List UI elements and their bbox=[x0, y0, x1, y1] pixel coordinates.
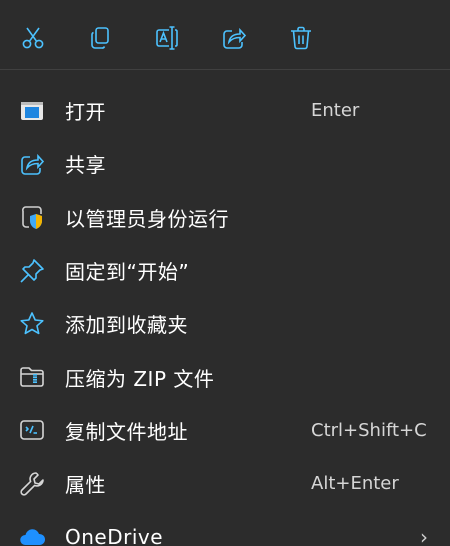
shield-admin-icon bbox=[18, 203, 46, 231]
menu-item-open[interactable]: 打开 Enter bbox=[0, 84, 450, 137]
menu-items: 打开 Enter 共享 以管理员身份运行 固定到“开始” 添加到收藏夹 压缩为 … bbox=[0, 84, 450, 546]
pin-icon bbox=[18, 257, 46, 285]
menu-item-label: 固定到“开始” bbox=[65, 260, 190, 285]
menu-item-label: 共享 bbox=[65, 153, 106, 178]
menu-item-shortcut: Ctrl+Shift+C bbox=[311, 419, 427, 441]
quick-action-bar bbox=[16, 18, 351, 58]
menu-item-onedrive[interactable]: OneDrive › bbox=[0, 510, 450, 546]
rename-icon bbox=[156, 26, 178, 50]
context-menu: 打开 Enter 共享 以管理员身份运行 固定到“开始” 添加到收藏夹 压缩为 … bbox=[0, 0, 450, 546]
menu-item-pin-to-start[interactable]: 固定到“开始” bbox=[0, 244, 450, 297]
cut-button[interactable] bbox=[16, 21, 50, 55]
menu-item-compress-zip[interactable]: 压缩为 ZIP 文件 bbox=[0, 350, 450, 403]
zip-folder-icon bbox=[18, 363, 46, 391]
share-icon bbox=[223, 27, 247, 49]
trash-icon bbox=[291, 26, 311, 50]
menu-item-label: OneDrive bbox=[65, 525, 164, 546]
menu-item-label: 属性 bbox=[65, 473, 106, 498]
menu-item-add-to-favorites[interactable]: 添加到收藏夹 bbox=[0, 297, 450, 350]
copy-icon bbox=[91, 27, 109, 49]
copy-button[interactable] bbox=[83, 21, 117, 55]
menu-item-run-as-admin[interactable]: 以管理员身份运行 bbox=[0, 191, 450, 244]
share-button[interactable] bbox=[217, 21, 251, 55]
star-icon bbox=[18, 310, 46, 338]
menu-item-shortcut: Alt+Enter bbox=[311, 473, 399, 495]
share-icon bbox=[18, 150, 46, 178]
onedrive-icon bbox=[18, 523, 46, 546]
menu-item-copy-path[interactable]: 复制文件地址 Ctrl+Shift+C bbox=[0, 404, 450, 457]
scissors-icon bbox=[22, 27, 44, 49]
copy-path-icon bbox=[18, 416, 46, 444]
wrench-icon bbox=[18, 470, 46, 498]
menu-item-label: 压缩为 ZIP 文件 bbox=[65, 366, 215, 391]
menu-divider bbox=[0, 69, 450, 70]
menu-item-properties[interactable]: 属性 Alt+Enter bbox=[0, 457, 450, 510]
menu-item-label: 复制文件地址 bbox=[65, 419, 188, 444]
delete-button[interactable] bbox=[284, 21, 318, 55]
chevron-right-icon: › bbox=[420, 525, 428, 546]
rename-button[interactable] bbox=[150, 21, 184, 55]
menu-item-shortcut: Enter bbox=[311, 100, 360, 122]
menu-item-label: 添加到收藏夹 bbox=[65, 313, 188, 338]
menu-item-share[interactable]: 共享 bbox=[0, 137, 450, 190]
open-window-icon bbox=[18, 97, 46, 125]
menu-item-label: 以管理员身份运行 bbox=[65, 206, 229, 231]
menu-item-label: 打开 bbox=[65, 100, 106, 125]
